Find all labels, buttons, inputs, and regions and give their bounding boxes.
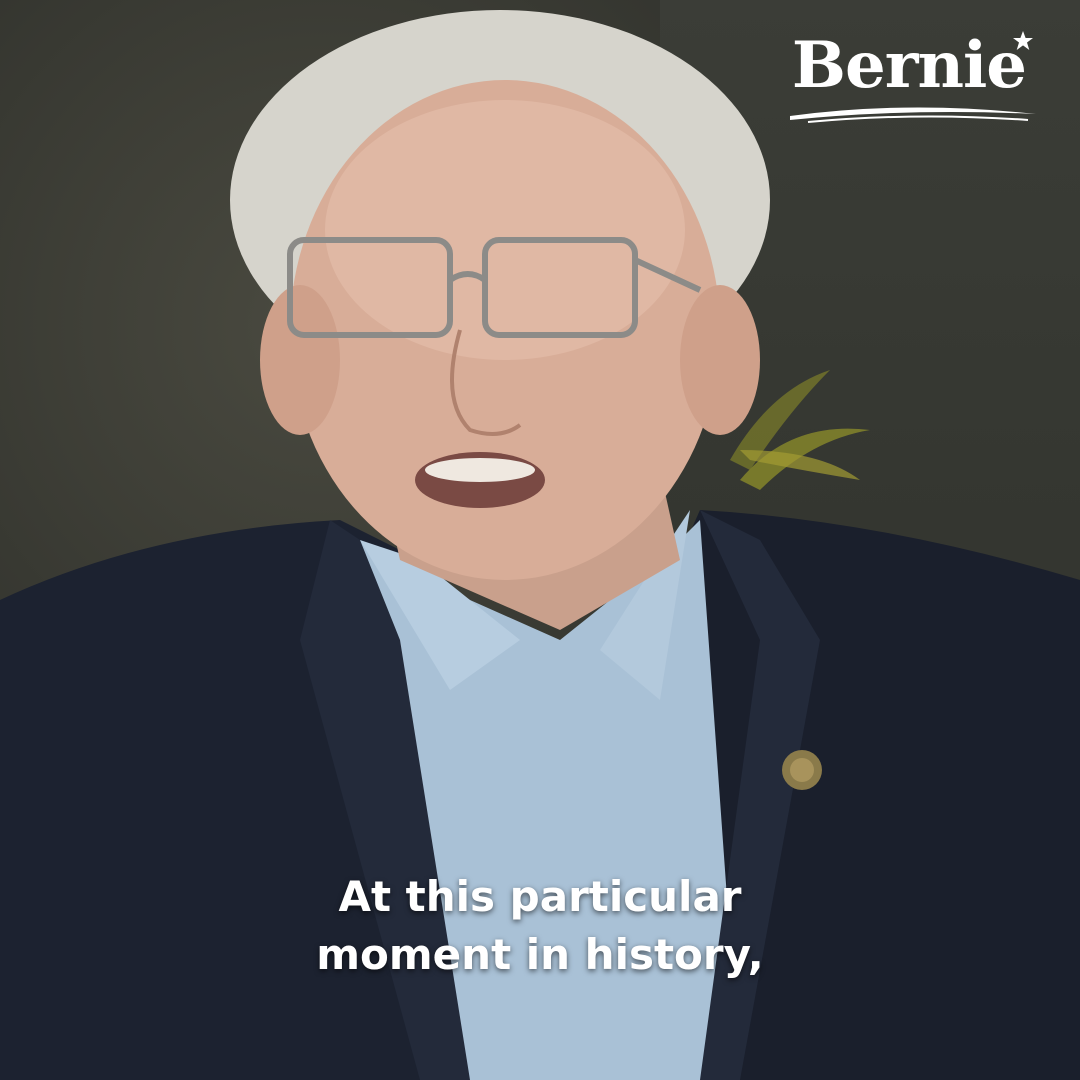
logo-text: Bernie: [791, 28, 1027, 103]
wave-icon: [790, 107, 1036, 123]
caption-line-2: moment in history,: [316, 930, 764, 979]
subtitle-caption: At this particular moment in history,: [0, 868, 1080, 984]
video-frame: Bernie At this particular moment in hist…: [0, 0, 1080, 1080]
star-icon: [1013, 31, 1033, 50]
caption-line-1: At this particular: [338, 872, 742, 921]
bernie-logo: Bernie: [788, 28, 1038, 123]
